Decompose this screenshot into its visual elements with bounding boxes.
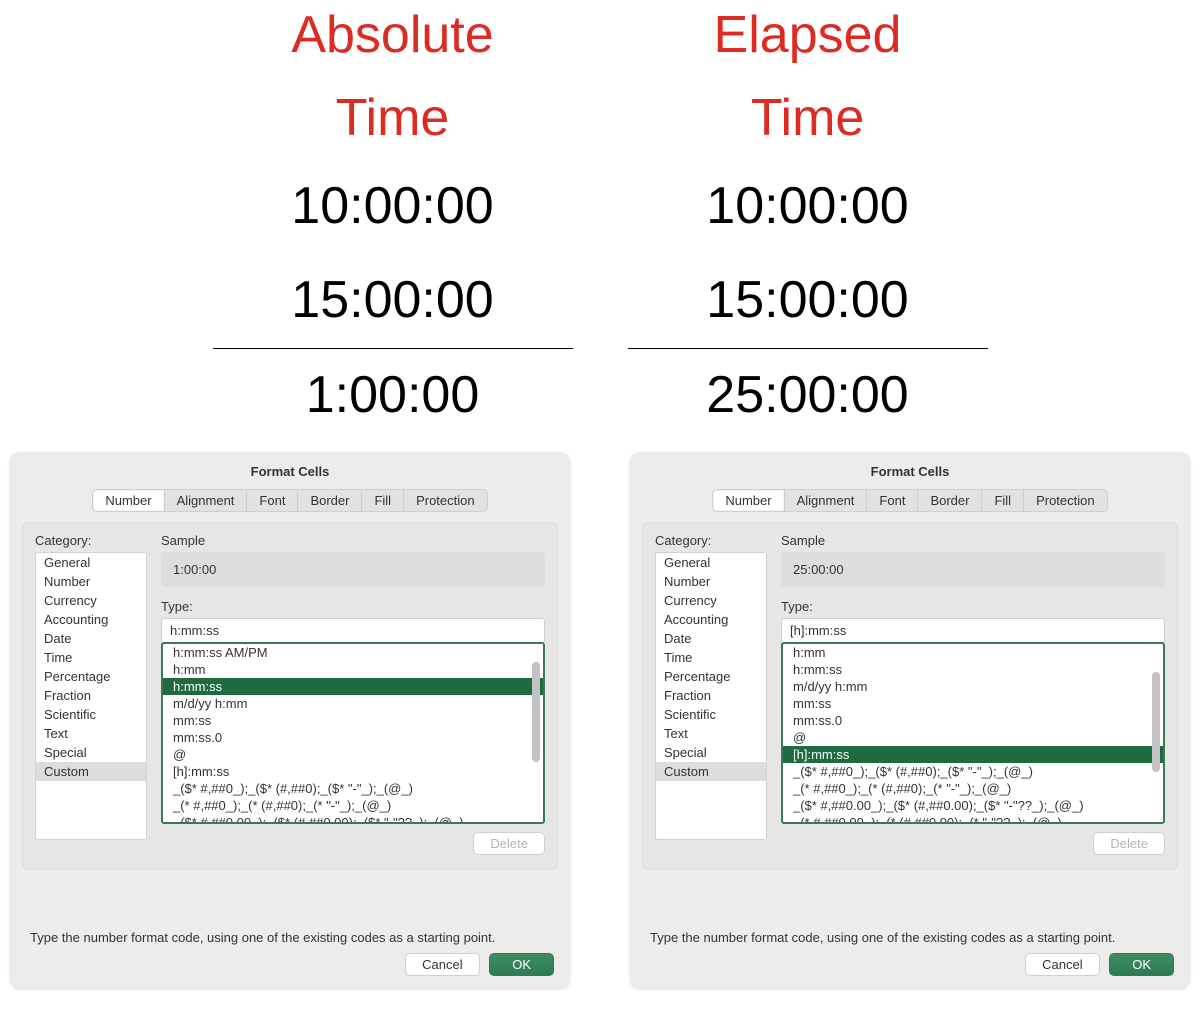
type-item[interactable]: [h]:mm:ss [783,746,1163,763]
dialog-tab[interactable]: Font [246,489,298,512]
left-time-sum: 1:00:00 [200,349,585,443]
category-item[interactable]: Scientific [36,705,146,724]
type-item[interactable]: mm:ss [163,712,543,729]
ok-button[interactable]: OK [1109,953,1174,976]
sample-label: Sample [781,533,1165,548]
type-item[interactable]: _($* #,##0_);_($* (#,##0);_($* "-"_);_(@… [163,780,543,797]
type-item[interactable]: _(* #,##0_);_(* (#,##0);_(* "-"_);_(@_) [163,797,543,814]
dialog-tab[interactable]: Font [866,489,918,512]
type-item[interactable]: h:mm:ss [783,661,1163,678]
category-item[interactable]: Currency [656,591,766,610]
type-item[interactable]: _($* #,##0_);_($* (#,##0);_($* "-"_);_(@… [783,763,1163,780]
heading-elapsed-2: Time [615,77,1000,160]
left-time-b: 15:00:00 [200,254,585,348]
category-item[interactable]: Date [36,629,146,648]
type-list: h:mm:ss AM/PMh:mmh:mm:ssm/d/yy h:mmmm:ss… [161,642,545,824]
dialog-hint: Type the number format code, using one o… [30,930,550,945]
heading-absolute-2: Time [200,77,585,160]
type-input[interactable] [161,618,545,643]
category-label: Category: [655,533,767,548]
category-item[interactable]: Accounting [656,610,766,629]
category-list: GeneralNumberCurrencyAccountingDateTimeP… [655,552,767,840]
dialog-tab[interactable]: Fill [981,489,1024,512]
type-item[interactable]: mm:ss.0 [163,729,543,746]
type-item[interactable]: _($* #,##0.00_);_($* (#,##0.00);_($* "-"… [783,797,1163,814]
type-item[interactable]: _(* #,##0_);_(* (#,##0);_(* "-"_);_(@_) [783,780,1163,797]
sample-value: 25:00:00 [781,552,1165,587]
category-item[interactable]: Time [36,648,146,667]
column-elapsed: Elapsed Time 10:00:00 15:00:00 25:00:00 [615,0,1000,442]
dialog-tab[interactable]: Fill [361,489,404,512]
type-item[interactable]: h:mm [163,661,543,678]
type-item[interactable]: mm:ss [783,695,1163,712]
dialog-tab[interactable]: Alignment [784,489,868,512]
type-item[interactable]: h:mm:ss [163,678,543,695]
dialog-tab[interactable]: Number [712,489,784,512]
type-item[interactable]: _(* #,##0.00_);_(* (#,##0.00);_(* "-"??_… [783,814,1163,824]
sample-value: 1:00:00 [161,552,545,587]
dialog-tab[interactable]: Number [92,489,164,512]
heading-absolute-1: Absolute [200,0,585,77]
cancel-button[interactable]: Cancel [1025,953,1099,976]
delete-button[interactable]: Delete [473,832,545,855]
category-item[interactable]: Scientific [656,705,766,724]
category-item[interactable]: Number [656,572,766,591]
type-item[interactable]: m/d/yy h:mm [163,695,543,712]
left-time-a: 10:00:00 [200,160,585,254]
dialog-tab[interactable]: Protection [403,489,488,512]
category-item[interactable]: Special [36,743,146,762]
category-item[interactable]: Fraction [656,686,766,705]
sample-label: Sample [161,533,545,548]
category-item[interactable]: Percentage [36,667,146,686]
category-item[interactable]: Special [656,743,766,762]
category-item[interactable]: Accounting [36,610,146,629]
right-time-a: 10:00:00 [615,160,1000,254]
dialog-tabbar: NumberAlignmentFontBorderFillProtection [22,489,558,512]
category-list: GeneralNumberCurrencyAccountingDateTimeP… [35,552,147,840]
type-item[interactable]: h:mm:ss AM/PM [163,644,543,661]
category-item[interactable]: Date [656,629,766,648]
ok-button[interactable]: OK [489,953,554,976]
dialog-tab[interactable]: Alignment [164,489,248,512]
category-item[interactable]: Time [656,648,766,667]
heading-elapsed-1: Elapsed [615,0,1000,77]
category-item[interactable]: Text [656,724,766,743]
type-item[interactable]: @ [783,729,1163,746]
type-list: h:mmh:mm:ssm/d/yy h:mmmm:ssmm:ss.0@[h]:m… [781,642,1165,824]
category-item[interactable]: Number [36,572,146,591]
category-item[interactable]: General [36,553,146,572]
dialog-title: Format Cells [22,462,558,489]
category-item[interactable]: Fraction [36,686,146,705]
right-time-b: 15:00:00 [615,254,1000,348]
type-item[interactable]: m/d/yy h:mm [783,678,1163,695]
type-label: Type: [781,599,1165,614]
format-cells-dialog-left: Format Cells NumberAlignmentFontBorderFi… [10,452,570,988]
type-item[interactable]: [h]:mm:ss [163,763,543,780]
format-cells-dialog-right: Format Cells NumberAlignmentFontBorderFi… [630,452,1190,988]
cancel-button[interactable]: Cancel [405,953,479,976]
category-item[interactable]: Percentage [656,667,766,686]
dialog-tabbar: NumberAlignmentFontBorderFillProtection [642,489,1178,512]
type-item[interactable]: h:mm [783,644,1163,661]
dialog-tab[interactable]: Border [917,489,982,512]
type-item[interactable]: mm:ss.0 [783,712,1163,729]
type-label: Type: [161,599,545,614]
category-item[interactable]: Custom [36,762,146,781]
category-item[interactable]: Currency [36,591,146,610]
dialog-hint: Type the number format code, using one o… [650,930,1170,945]
dialog-tab[interactable]: Protection [1023,489,1108,512]
column-absolute: Absolute Time 10:00:00 15:00:00 1:00:00 [200,0,585,442]
category-item[interactable]: Text [36,724,146,743]
type-item[interactable]: _($* #,##0.00_);_($* (#,##0.00);_($* "-"… [163,814,543,824]
category-item[interactable]: General [656,553,766,572]
category-label: Category: [35,533,147,548]
right-time-sum: 25:00:00 [615,349,1000,443]
type-item[interactable]: @ [163,746,543,763]
delete-button[interactable]: Delete [1093,832,1165,855]
dialog-tab[interactable]: Border [297,489,362,512]
dialog-title: Format Cells [642,462,1178,489]
category-item[interactable]: Custom [656,762,766,781]
type-input[interactable] [781,618,1165,643]
